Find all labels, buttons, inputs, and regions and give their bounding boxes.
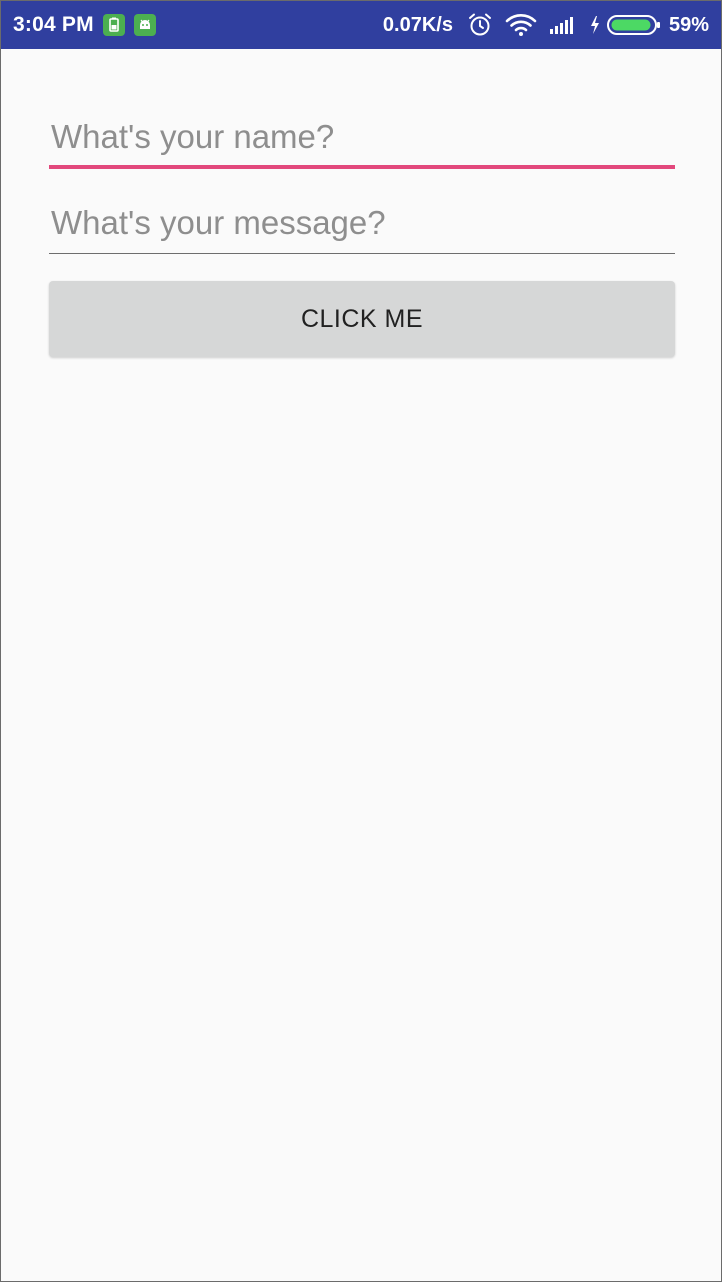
click-me-button[interactable]: CLICK ME: [49, 281, 675, 357]
message-input-underline: [49, 253, 675, 254]
alarm-icon: [467, 12, 493, 38]
app-screen: 3:04 PM 0.07K/s 59% What's your name? Wh…: [0, 0, 722, 1282]
status-bar: 3:04 PM 0.07K/s 59%: [1, 1, 721, 49]
message-field-container: [49, 199, 675, 254]
status-bar-right: 0.07K/s 59%: [383, 1, 709, 49]
name-input[interactable]: [49, 113, 675, 161]
network-speed: 0.07K/s: [382, 13, 453, 36]
wifi-icon: [505, 13, 537, 37]
name-input-underline: [49, 165, 675, 169]
battery-icon: [606, 14, 661, 36]
battery-percent: 59%: [668, 13, 709, 36]
status-time: 3:04 PM: [13, 13, 94, 36]
form-container: CLICK ME: [49, 49, 675, 357]
charging-bolt-icon: [589, 15, 601, 35]
name-field-container: [49, 113, 675, 169]
battery-saver-icon: [102, 14, 125, 36]
cellular-signal-icon: [549, 15, 577, 35]
status-bar-left: 3:04 PM: [13, 1, 156, 49]
message-input[interactable]: [49, 199, 675, 247]
android-icon: [133, 14, 156, 36]
